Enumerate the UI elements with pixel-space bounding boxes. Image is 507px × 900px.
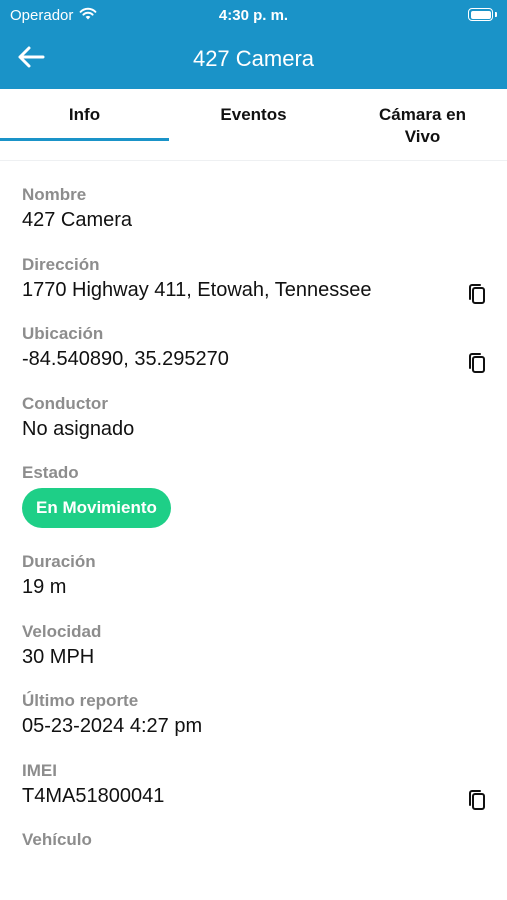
copy-address-button[interactable] (466, 282, 488, 306)
copy-icon (466, 353, 488, 379)
copy-imei-button[interactable] (466, 788, 488, 812)
field-value: 19 m (22, 576, 67, 598)
field-value: 1770 Highway 411, Etowah, Tennessee (22, 278, 372, 301)
field-velocidad: Velocidad 30 MPH (22, 621, 492, 691)
tab-eventos[interactable]: Eventos (169, 89, 338, 160)
navigation-bar: 427 Camera (0, 36, 507, 82)
field-value: No asignado (22, 417, 135, 440)
tab-camara-en-vivo[interactable]: Cámara en Vivo (338, 89, 507, 160)
field-label: Nombre (22, 185, 87, 204)
tab-label: Info (68, 105, 101, 124)
info-details: Nombre 427 Camera Dirección 1770 Highway… (22, 184, 492, 899)
status-bar: Operador 4:30 p. m. (0, 0, 507, 32)
tab-label: Eventos (220, 105, 287, 124)
field-label: Conductor (22, 393, 108, 413)
field-label: Vehículo (22, 830, 92, 849)
field-value: -84.540890, 35.295270 (22, 348, 229, 370)
field-vehiculo: Vehículo (22, 829, 492, 899)
field-label: Último reporte (22, 691, 139, 710)
field-imei: IMEI T4MA51800041 (22, 760, 492, 830)
field-label: Estado (22, 463, 79, 482)
field-conductor: Conductor No asignado (22, 393, 492, 463)
field-value: 05-23-2024 4:27 pm (22, 715, 203, 737)
battery-icon (468, 8, 493, 21)
tab-bar: Info Eventos Cámara en Vivo (0, 89, 507, 161)
battery-level-fill (470, 10, 491, 19)
field-label: Velocidad (22, 621, 102, 641)
field-value: T4MA51800041 (22, 784, 165, 807)
copy-icon (466, 283, 488, 310)
clock: 4:30 p. m. (218, 7, 289, 24)
field-ultimo-reporte: Último reporte 05-23-2024 4:27 pm (22, 690, 492, 760)
tab-info[interactable]: Info (0, 89, 169, 160)
status-badge: En Movimiento (22, 488, 171, 528)
field-direccion: Dirección 1770 Highway 411, Etowah, Tenn… (22, 254, 492, 324)
field-label: Duración (22, 552, 96, 571)
copy-icon (466, 789, 488, 816)
field-estado: Estado En Movimiento (22, 462, 492, 551)
field-ubicacion: Ubicación -84.540890, 35.295270 (22, 323, 492, 393)
tab-label: Cámara en Vivo (379, 105, 466, 146)
copy-location-button[interactable] (466, 351, 488, 375)
field-value: 30 MPH (22, 645, 95, 668)
battery-tip (495, 12, 497, 17)
field-value: 427 Camera (22, 209, 133, 231)
tab-selected-indicator (0, 138, 169, 141)
app-header: Operador 4:30 p. m. 427 Camera (0, 0, 507, 89)
page-title: 427 Camera (192, 46, 315, 71)
field-label: Dirección (22, 254, 100, 274)
field-duracion: Duración 19 m (22, 551, 492, 621)
field-label: IMEI (22, 760, 57, 780)
field-label: Ubicación (22, 324, 104, 343)
field-nombre: Nombre 427 Camera (22, 184, 492, 254)
